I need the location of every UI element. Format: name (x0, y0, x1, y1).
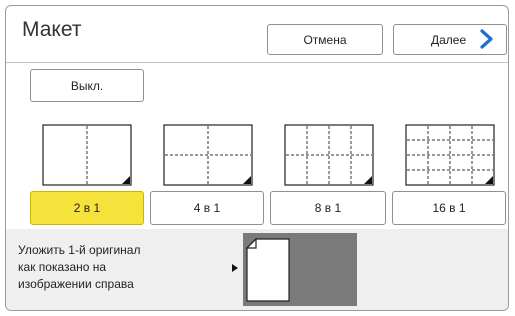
cancel-label: Отмена (303, 32, 347, 47)
header-divider (6, 62, 508, 63)
layout-16in1-icon[interactable] (405, 124, 495, 186)
instruction-line-3: изображении справа (18, 277, 134, 291)
layout-8in1-button[interactable]: 8 в 1 (270, 191, 386, 225)
off-button[interactable]: Выкл. (30, 69, 144, 102)
off-label: Выкл. (70, 78, 104, 93)
layout-2in1-label: 2 в 1 (73, 201, 101, 215)
layout-4in1-button[interactable]: 4 в 1 (150, 191, 264, 225)
layout-4in1-icon[interactable] (163, 124, 253, 186)
instruction-line-1: Уложить 1-й оригинал (18, 243, 141, 257)
instruction-text: Уложить 1-й оригинал как показано на изо… (18, 242, 218, 293)
pointer-arrow-icon (232, 264, 238, 272)
layout-2in1-icon[interactable] (42, 124, 132, 186)
layout-2in1-button[interactable]: 2 в 1 (30, 191, 144, 225)
original-paper-icon (246, 238, 290, 302)
layout-8in1-icon[interactable] (284, 124, 374, 186)
layout-8in1-label: 8 в 1 (314, 201, 342, 215)
layout-16in1-label: 16 в 1 (432, 201, 466, 215)
layout-16in1-button[interactable]: 16 в 1 (392, 191, 506, 225)
chevron-right-icon (480, 29, 493, 49)
layout-4in1-label: 4 в 1 (193, 201, 221, 215)
instruction-line-2: как показано на (18, 260, 107, 274)
page-title: Макет (22, 18, 82, 41)
cancel-button[interactable]: Отмена (267, 24, 383, 55)
next-label: Далее (431, 32, 467, 47)
next-button[interactable]: Далее (393, 24, 507, 55)
